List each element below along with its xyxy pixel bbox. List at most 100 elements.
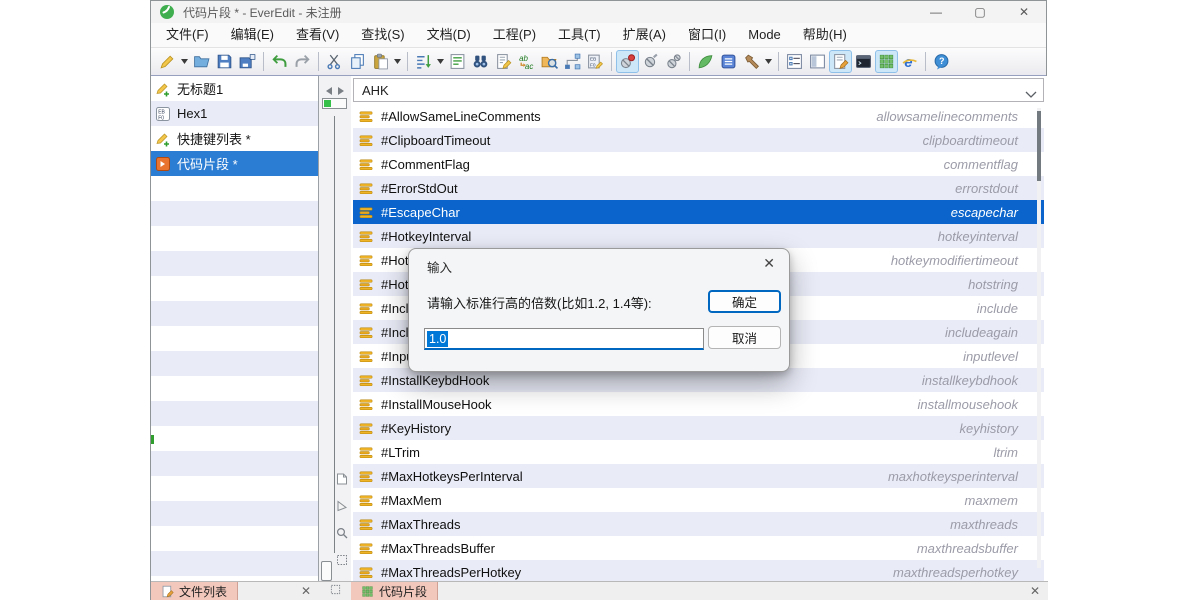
- svg-text:EB: EB: [590, 56, 596, 62]
- menu-item-view[interactable]: 查看(V): [285, 23, 350, 47]
- close-button[interactable]: ✕: [1002, 1, 1046, 23]
- help-button[interactable]: ?: [930, 50, 953, 73]
- tab-snippets[interactable]: 代码片段: [351, 582, 438, 600]
- snippet-grid-button[interactable]: [875, 50, 898, 73]
- minimize-button[interactable]: —: [914, 1, 958, 23]
- toolbar-separator: [925, 52, 926, 71]
- snippet-lines-icon: [359, 229, 374, 244]
- document-view-button[interactable]: [717, 50, 740, 73]
- save-all-button[interactable]: [236, 50, 259, 73]
- snippet-row[interactable]: #EscapeCharescapechar: [353, 200, 1044, 224]
- wrap-view-button[interactable]: [446, 50, 469, 73]
- line-height-input[interactable]: 1.0: [424, 328, 704, 350]
- snippet-row[interactable]: #MaxThreadsmaxthreads: [353, 512, 1044, 536]
- sidebar-empty-row: [151, 326, 318, 351]
- snippet-row[interactable]: #ClipboardTimeoutclipboardtimeout: [353, 128, 1044, 152]
- snippet-tab-icon: [361, 585, 374, 598]
- dotted-grid-icon[interactable]: [336, 553, 348, 571]
- tools-button[interactable]: [740, 50, 763, 73]
- snippet-row[interactable]: #AllowSameLineCommentsallowsamelinecomme…: [353, 104, 1044, 128]
- line-operations-button[interactable]: [412, 50, 435, 73]
- menu-item-edit[interactable]: 编辑(E): [220, 23, 285, 47]
- record-macro-button[interactable]: [616, 50, 639, 73]
- outline-list-button[interactable]: [783, 50, 806, 73]
- undo-button[interactable]: [268, 50, 291, 73]
- hex-edit-button[interactable]: EBF0: [584, 50, 607, 73]
- menu-item-file[interactable]: 文件(F): [155, 23, 220, 47]
- menu-item-search[interactable]: 查找(S): [350, 23, 415, 47]
- scrollbar-thumb[interactable]: [1037, 111, 1041, 181]
- snippet-row[interactable]: #KeyHistorykeyhistory: [353, 416, 1044, 440]
- vertical-scrollbar[interactable]: [1037, 108, 1041, 568]
- magnifier-icon[interactable]: [336, 526, 348, 544]
- snippet-group-combobox[interactable]: AHK: [353, 78, 1044, 102]
- side-panel-button[interactable]: [806, 50, 829, 73]
- snippet-row[interactable]: #MaxHotkeysPerIntervalmaxhotkeysperinter…: [353, 464, 1044, 488]
- cut-button[interactable]: [323, 50, 346, 73]
- maximize-button[interactable]: ▢: [958, 1, 1002, 23]
- menu-item-extend[interactable]: 扩展(A): [612, 23, 677, 47]
- zoom-slider-handle[interactable]: [322, 98, 347, 109]
- dialog-close-icon[interactable]: ✕: [763, 255, 775, 272]
- new-snippet-button[interactable]: [156, 50, 179, 73]
- menu-item-document[interactable]: 文档(D): [416, 23, 482, 47]
- open-file-button[interactable]: [190, 50, 213, 73]
- snippet-doc-icon: [155, 156, 171, 172]
- snippet-row[interactable]: #LTrimltrim: [353, 440, 1044, 464]
- flowchart-button[interactable]: [561, 50, 584, 73]
- play-macro-button[interactable]: [639, 50, 662, 73]
- snippet-editor-button[interactable]: [829, 50, 852, 73]
- snippet-row[interactable]: #HotkeyIntervalhotkeyinterval: [353, 224, 1044, 248]
- file-list-footer: 文件列表 ✕: [151, 581, 319, 600]
- snippet-row[interactable]: #MaxThreadsBuffermaxthreadsbuffer: [353, 536, 1044, 560]
- copy-button[interactable]: [346, 50, 369, 73]
- dock-icon[interactable]: [330, 582, 341, 600]
- replace-button[interactable]: abac: [515, 50, 538, 73]
- snippet-row[interactable]: #MaxThreadsPerHotkeymaxthreadsperhotkey: [353, 560, 1044, 581]
- menu-item-mode[interactable]: Mode: [737, 23, 792, 47]
- tab-file-list[interactable]: 文件列表: [151, 582, 238, 600]
- snippet-row[interactable]: #CommentFlagcommentflag: [353, 152, 1044, 176]
- menu-item-help[interactable]: 帮助(H): [792, 23, 858, 47]
- menu-item-window[interactable]: 窗口(I): [677, 23, 737, 47]
- cancel-button[interactable]: 取消: [708, 326, 781, 349]
- sidebar-empty-row: [151, 526, 318, 551]
- line-operations-dropdown-icon[interactable]: [435, 50, 446, 73]
- toolbar-separator: [407, 52, 408, 71]
- edit-document-button[interactable]: [492, 50, 515, 73]
- sidebar-item[interactable]: EBF0Hex1: [151, 101, 318, 126]
- snippet-trigger: maxthreadsbuffer: [917, 541, 1044, 556]
- plugin-button[interactable]: [694, 50, 717, 73]
- toolbar: abac EBF0 e ?: [151, 48, 1046, 76]
- paste-dropdown-icon[interactable]: [392, 50, 403, 73]
- snippet-row[interactable]: #ErrorStdOuterrorstdout: [353, 176, 1044, 200]
- page-icon[interactable]: [336, 472, 348, 490]
- splitter-handle[interactable]: [321, 561, 332, 581]
- redo-button[interactable]: [291, 50, 314, 73]
- save-button[interactable]: [213, 50, 236, 73]
- find-in-files-button[interactable]: [538, 50, 561, 73]
- menu-item-tools[interactable]: 工具(T): [547, 23, 612, 47]
- browser-preview-button[interactable]: e: [898, 50, 921, 73]
- cursor-triangle-icon[interactable]: [336, 499, 348, 517]
- file-list-close-icon[interactable]: ✕: [301, 585, 311, 597]
- menu-item-project[interactable]: 工程(P): [482, 23, 547, 47]
- zoom-slider-track[interactable]: [334, 116, 335, 553]
- stop-macro-button[interactable]: [662, 50, 685, 73]
- sidebar-item[interactable]: 快捷键列表 *: [151, 126, 318, 151]
- chevron-down-icon[interactable]: [1025, 87, 1037, 102]
- sidebar-empty-row: [151, 451, 318, 476]
- tools-dropdown-icon[interactable]: [763, 50, 774, 73]
- ok-button[interactable]: 确定: [708, 290, 781, 313]
- sidebar-item[interactable]: 无标题1: [151, 76, 318, 101]
- snippet-trigger: allowsamelinecomments: [876, 109, 1044, 124]
- paste-button[interactable]: [369, 50, 392, 73]
- snippet-row[interactable]: #MaxMemmaxmem: [353, 488, 1044, 512]
- sidebar-item[interactable]: 代码片段 *: [151, 151, 318, 176]
- snippet-panel-close-icon[interactable]: ✕: [1030, 585, 1040, 597]
- pencil-plus-icon: [155, 131, 171, 147]
- snippet-row[interactable]: #InstallMouseHookinstallmousehook: [353, 392, 1044, 416]
- console-button[interactable]: [852, 50, 875, 73]
- find-button[interactable]: [469, 50, 492, 73]
- new-snippet-dropdown-icon[interactable]: [179, 50, 190, 73]
